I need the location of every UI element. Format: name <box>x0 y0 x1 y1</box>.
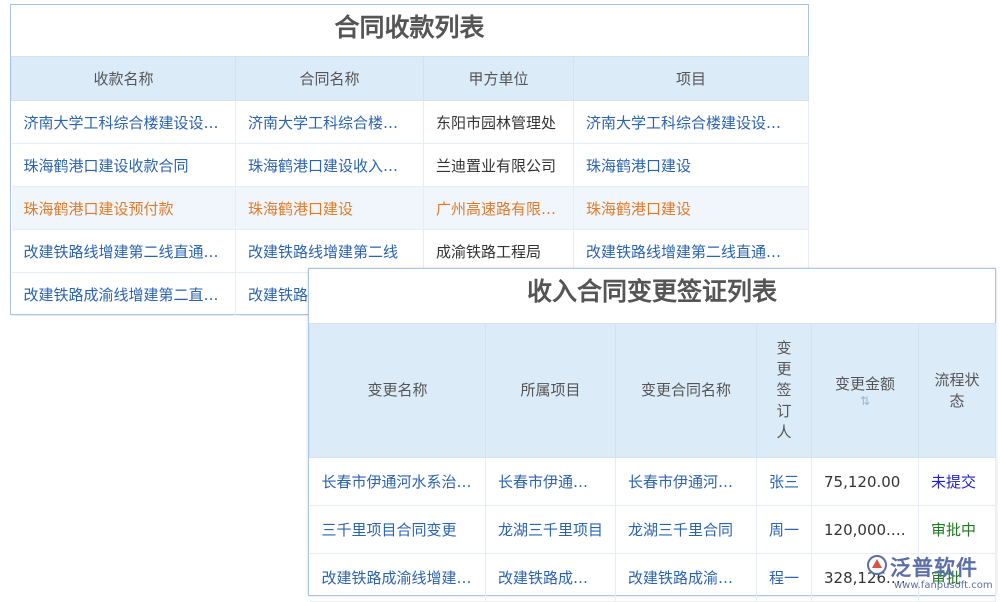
party-a-cell: 成渝铁路工程局 <box>424 230 574 273</box>
signer-cell: 张三 <box>757 458 812 506</box>
project-cell[interactable]: 济南大学工科综合楼建设设计项目 <box>574 101 809 144</box>
amount-header-label: 变更金额 <box>835 375 895 393</box>
change-name-cell[interactable]: 三千里项目合同变更 <box>310 506 486 554</box>
contract-name-cell[interactable]: 珠海鹤港口建设 <box>236 187 424 230</box>
status-header-label: 流程状态 <box>934 371 979 410</box>
header-row: 收款名称 合同名称 甲方单位 项目 <box>12 57 809 101</box>
col-contract-name[interactable]: 合同名称 <box>236 57 424 101</box>
receipt-name-cell[interactable]: 珠海鹤港口建设预付款 <box>12 187 236 230</box>
amount-cell: 120,000.00 <box>812 506 919 554</box>
contract-name-cell[interactable]: 珠海鹤港口建设收入合同 <box>236 144 424 187</box>
signer-cell: 周一 <box>757 506 812 554</box>
brand-logo: 泛普软件 www.fanpusoft.com <box>866 552 996 592</box>
receipt-name-cell[interactable]: 改建铁路成渝线增建第二直通线收款 <box>12 273 236 316</box>
col-change-contract[interactable]: 变更合同名称 <box>616 324 757 458</box>
status-cell: 审批中 <box>919 506 996 554</box>
party-a-cell: 东阳市园林管理处 <box>424 101 574 144</box>
project-cell[interactable]: 珠海鹤港口建设 <box>574 187 809 230</box>
party-a-cell: 兰迪置业有限公司 <box>424 144 574 187</box>
table-row[interactable]: 三千里项目合同变更 龙湖三千里项目 龙湖三千里合同 周一 120,000.00 … <box>310 506 996 554</box>
project-cell[interactable]: 珠海鹤港口建设 <box>574 144 809 187</box>
change-contract-cell[interactable]: 龙湖三千里合同 <box>616 506 757 554</box>
change-name-cell[interactable]: 改建铁路成渝线增建变更 <box>310 554 486 602</box>
panel-title: 收入合同变更签证列表 <box>309 269 995 323</box>
project-cell[interactable]: 改建铁路成渝线项目 <box>486 554 616 602</box>
table-row[interactable]: 珠海鹤港口建设收款合同 珠海鹤港口建设收入合同 兰迪置业有限公司 珠海鹤港口建设 <box>12 144 809 187</box>
table-row[interactable]: 长春市伊通河水系治理变更 长春市伊通河水系治理 长春市伊通河水系合同 张三 75… <box>310 458 996 506</box>
col-party-a[interactable]: 甲方单位 <box>424 57 574 101</box>
project-cell[interactable]: 长春市伊通河水系治理 <box>486 458 616 506</box>
table-row-highlighted[interactable]: 珠海鹤港口建设预付款 珠海鹤港口建设 广州高速路有限公司 珠海鹤港口建设 <box>12 187 809 230</box>
col-change-name[interactable]: 变更名称 <box>310 324 486 458</box>
panel-title: 合同收款列表 <box>11 5 808 56</box>
logo-icon <box>866 554 888 576</box>
col-amount[interactable]: 变更金额 ⇅ <box>812 324 919 458</box>
amount-cell: 75,120.00 <box>812 458 919 506</box>
col-project[interactable]: 项目 <box>574 57 809 101</box>
signer-cell: 程一 <box>757 554 812 602</box>
receipt-name-cell[interactable]: 济南大学工科综合楼建设设计收款 <box>12 101 236 144</box>
contract-name-cell[interactable]: 改建铁路线增建第二线 <box>236 230 424 273</box>
logo-url: www.fanpusoft.com <box>894 580 993 591</box>
change-contract-cell[interactable]: 长春市伊通河水系合同 <box>616 458 757 506</box>
table-row[interactable]: 济南大学工科综合楼建设设计收款 济南大学工科综合楼建设 东阳市园林管理处 济南大… <box>12 101 809 144</box>
party-a-cell: 广州高速路有限公司 <box>424 187 574 230</box>
contract-name-cell[interactable]: 济南大学工科综合楼建设 <box>236 101 424 144</box>
table-row[interactable]: 改建铁路线增建第二线直通线收款 改建铁路线增建第二线 成渝铁路工程局 改建铁路线… <box>12 230 809 273</box>
receipt-name-cell[interactable]: 珠海鹤港口建设收款合同 <box>12 144 236 187</box>
col-status[interactable]: 流程状态 <box>919 324 996 458</box>
contract-change-panel: 收入合同变更签证列表 变更名称 所属项目 变更合同名称 变更签订人 变更金额 ⇅ … <box>308 268 996 596</box>
project-cell[interactable]: 龙湖三千里项目 <box>486 506 616 554</box>
receipt-name-cell[interactable]: 改建铁路线增建第二线直通线收款 <box>12 230 236 273</box>
project-cell[interactable]: 改建铁路线增建第二线直通线项目 <box>574 230 809 273</box>
header-row: 变更名称 所属项目 变更合同名称 变更签订人 变更金额 ⇅ 流程状态 <box>310 324 996 458</box>
signer-header-label: 变更签订人 <box>771 338 797 443</box>
logo-name: 泛普软件 <box>890 552 978 582</box>
status-cell: 未提交 <box>919 458 996 506</box>
col-signer[interactable]: 变更签订人 <box>757 324 812 458</box>
change-name-cell[interactable]: 长春市伊通河水系治理变更 <box>310 458 486 506</box>
col-project[interactable]: 所属项目 <box>486 324 616 458</box>
col-receipt-name[interactable]: 收款名称 <box>12 57 236 101</box>
sort-icon[interactable]: ⇅ <box>816 395 914 407</box>
change-contract-cell[interactable]: 改建铁路成渝线合同 <box>616 554 757 602</box>
